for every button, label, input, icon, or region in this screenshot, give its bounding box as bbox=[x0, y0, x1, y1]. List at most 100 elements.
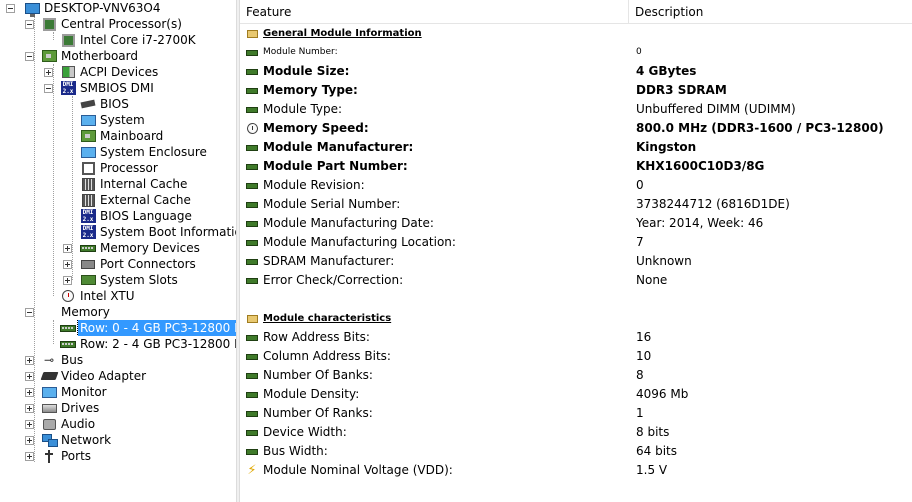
collapse-toggle[interactable] bbox=[6, 4, 15, 13]
monitor-icon bbox=[80, 112, 96, 128]
collapse-toggle[interactable] bbox=[25, 52, 34, 61]
tree-item-bios-language[interactable]: DMI 2.x BIOS Language bbox=[80, 208, 236, 224]
collapse-toggle[interactable] bbox=[44, 84, 53, 93]
tree-item-label: Audio bbox=[61, 417, 96, 431]
column-header-description[interactable]: Description bbox=[629, 0, 912, 24]
bios-chip-icon bbox=[80, 96, 96, 112]
expand-toggle[interactable] bbox=[25, 436, 34, 445]
tree-item-label: Row: 2 - 4 GB PC3-12800 DDR3 SDRAM Kings… bbox=[80, 337, 236, 351]
tree-item-memory[interactable]: Memory bbox=[25, 304, 236, 320]
tree-item-system-slots[interactable]: System Slots bbox=[63, 272, 236, 288]
detail-row[interactable]: Number Of Ranks: 1 bbox=[240, 404, 912, 423]
memory-icon bbox=[246, 46, 258, 59]
expand-toggle[interactable] bbox=[25, 452, 34, 461]
expand-toggle[interactable] bbox=[25, 420, 34, 429]
tree-item-ports[interactable]: Ports bbox=[25, 448, 236, 464]
tree-item-processor[interactable]: Processor bbox=[80, 160, 236, 176]
detail-row[interactable]: Bus Width: 64 bits bbox=[240, 442, 912, 461]
expand-toggle[interactable] bbox=[63, 276, 72, 285]
tree-item-label: Intel Core i7-2700K bbox=[80, 33, 196, 47]
detail-row[interactable]: Column Address Bits: 10 bbox=[240, 347, 912, 366]
feature-label: Bus Width: bbox=[263, 444, 328, 458]
collapse-toggle[interactable] bbox=[25, 308, 34, 317]
tree-line bbox=[53, 64, 54, 296]
tree-item-enclosure[interactable]: System Enclosure bbox=[80, 144, 236, 160]
detail-row[interactable]: Module Type: Unbuffered DIMM (UDIMM) bbox=[240, 100, 912, 119]
detail-row[interactable]: Module Serial Number: 3738244712 (6816D1D… bbox=[240, 195, 912, 214]
tree-item-motherboard[interactable]: Motherboard bbox=[25, 48, 236, 64]
audio-icon bbox=[41, 416, 57, 432]
dmi-icon: DMI 2.x bbox=[80, 224, 96, 240]
device-tree[interactable]: DESKTOP-VNV63O4 Central Processor(s) Int… bbox=[0, 0, 236, 502]
feature-label: Memory Type: bbox=[263, 83, 358, 97]
tree-item-intel-xtu[interactable]: Intel XTU bbox=[60, 288, 236, 304]
detail-row[interactable]: Module Density: 4096 Mb bbox=[240, 385, 912, 404]
detail-row[interactable]: SDRAM Manufacturer: Unknown bbox=[240, 252, 912, 271]
detail-row[interactable]: Memory Type: DDR3 SDRAM bbox=[240, 81, 912, 100]
tree-item-label: Memory bbox=[61, 305, 110, 319]
tree-item-smbios[interactable]: DMI 2.x SMBIOS DMI bbox=[44, 80, 236, 96]
computer-icon bbox=[24, 0, 40, 17]
tree-item-system[interactable]: System bbox=[80, 112, 236, 128]
tree-item-external-cache[interactable]: External Cache bbox=[80, 192, 236, 208]
tree-item-audio[interactable]: Audio bbox=[25, 416, 236, 432]
folder-icon bbox=[246, 27, 258, 40]
tree-item-label: Central Processor(s) bbox=[61, 17, 182, 31]
tree-item-internal-cache[interactable]: Internal Cache bbox=[80, 176, 236, 192]
detail-row[interactable]: Device Width: 8 bits bbox=[240, 423, 912, 442]
tree-item-label: System Slots bbox=[100, 273, 178, 287]
expand-toggle[interactable] bbox=[44, 68, 53, 77]
detail-row[interactable]: Module Manufacturing Date: Year: 2014, We… bbox=[240, 214, 912, 233]
tree-item-central-processor[interactable]: Central Processor(s) bbox=[25, 16, 236, 32]
tree-item-mainboard[interactable]: Mainboard bbox=[80, 128, 236, 144]
slot-icon bbox=[80, 272, 96, 288]
detail-row[interactable]: Module Revision: 0 bbox=[240, 176, 912, 195]
tree-item-system-boot[interactable]: DMI 2.x System Boot Information bbox=[80, 224, 236, 240]
feature-label: Module Size: bbox=[263, 64, 350, 78]
feature-label: Number Of Banks: bbox=[263, 368, 373, 382]
chip-icon bbox=[60, 32, 76, 48]
tree-item-network[interactable]: Network bbox=[25, 432, 236, 448]
tree-item-cpu[interactable]: Intel Core i7-2700K bbox=[60, 32, 236, 48]
tree-item-video[interactable]: Video Adapter bbox=[25, 368, 236, 384]
detail-row[interactable]: Module Number: 0 bbox=[240, 43, 912, 62]
memory-icon bbox=[246, 103, 258, 116]
detail-row[interactable]: Number Of Banks: 8 bbox=[240, 366, 912, 385]
feature-value: Year: 2014, Week: 46 bbox=[636, 216, 764, 230]
detail-row[interactable]: Error Check/Correction: None bbox=[240, 271, 912, 290]
monitor-icon bbox=[80, 144, 96, 160]
expand-toggle[interactable] bbox=[25, 404, 34, 413]
tree-item-memory-row-0[interactable]: Row: 0 - 4 GB PC3-12800 DDR3 SDRAM Kings… bbox=[60, 320, 236, 336]
detail-row[interactable]: Module Part Number: KHX1600C10D3/8G bbox=[240, 157, 912, 176]
tree-item-monitor[interactable]: Monitor bbox=[25, 384, 236, 400]
tree-item-label: BIOS Language bbox=[100, 209, 192, 223]
feature-value: 1 bbox=[636, 406, 644, 420]
expand-toggle[interactable] bbox=[25, 388, 34, 397]
tree-item-drives[interactable]: Drives bbox=[25, 400, 236, 416]
tree-item-memory-devices[interactable]: Memory Devices bbox=[63, 240, 236, 256]
column-header-feature[interactable]: Feature bbox=[240, 0, 628, 24]
detail-row[interactable]: Memory Speed: 800.0 MHz (DDR3-1600 / PC3-… bbox=[240, 119, 912, 138]
feature-value: 7 bbox=[636, 235, 644, 249]
tree-item-label: Monitor bbox=[61, 385, 107, 399]
tree-item-root[interactable]: DESKTOP-VNV63O4 bbox=[6, 0, 236, 17]
expand-toggle[interactable] bbox=[63, 244, 72, 253]
detail-row[interactable]: Module Manufacturing Location: 7 bbox=[240, 233, 912, 252]
detail-row[interactable]: Module Manufacturer: Kingston bbox=[240, 138, 912, 157]
tree-item-acpi[interactable]: ACPI Devices bbox=[44, 64, 236, 80]
tree-item-bus[interactable]: ⊸ Bus bbox=[25, 352, 236, 368]
detail-row[interactable]: Module Size: 4 GBytes bbox=[240, 62, 912, 81]
expand-toggle[interactable] bbox=[25, 356, 34, 365]
tree-item-port-connectors[interactable]: Port Connectors bbox=[63, 256, 236, 272]
tree-item-memory-row-2[interactable]: Row: 2 - 4 GB PC3-12800 DDR3 SDRAM Kings… bbox=[60, 336, 236, 352]
detail-row[interactable]: Row Address Bits: 16 bbox=[240, 328, 912, 347]
collapse-toggle[interactable] bbox=[25, 20, 34, 29]
port-icon bbox=[80, 256, 96, 272]
expand-toggle[interactable] bbox=[25, 372, 34, 381]
feature-value: 4 GBytes bbox=[636, 64, 697, 78]
expand-toggle[interactable] bbox=[63, 260, 72, 269]
tree-item-bios[interactable]: BIOS bbox=[80, 96, 236, 112]
memory-icon bbox=[246, 274, 258, 287]
tree-item-label: BIOS bbox=[100, 97, 129, 111]
detail-row[interactable]: ⚡ Module Nominal Voltage (VDD): 1.5 V bbox=[240, 461, 912, 480]
